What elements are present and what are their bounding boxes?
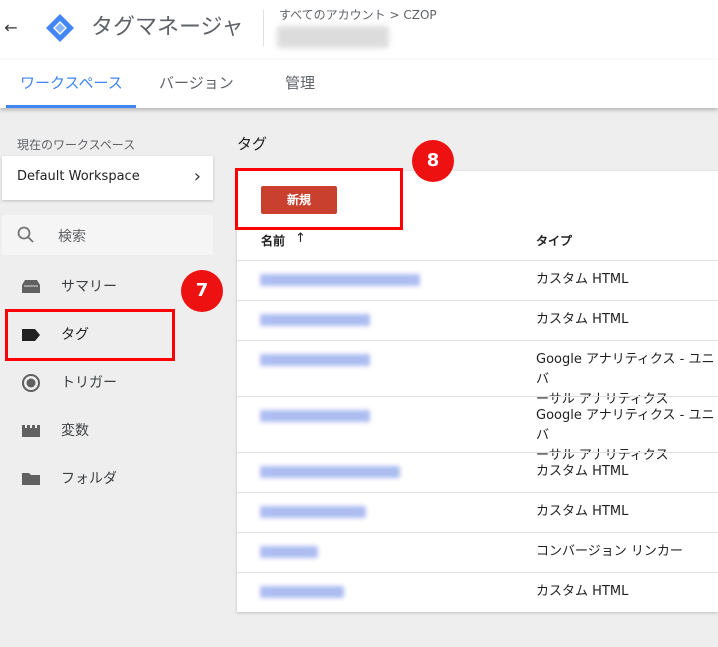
sidebar-item-label: 変数 (61, 423, 89, 439)
sidebar-item-label: フォルダ (61, 471, 117, 487)
chevron-right-icon: › (193, 166, 201, 187)
tag-name-link-blurred[interactable] (260, 586, 344, 598)
table-divider (237, 492, 718, 493)
tag-name-link-blurred[interactable] (260, 546, 318, 558)
step-badge-8: 8 (412, 140, 454, 182)
tab-admin[interactable]: 管理 (285, 60, 315, 108)
search-placeholder: 検索 (58, 229, 86, 245)
breadcrumb[interactable]: すべてのアカウント > CZOP (279, 6, 437, 23)
tag-name-link-blurred[interactable] (260, 274, 420, 286)
tab-workspace[interactable]: ワークスペース (20, 60, 123, 108)
trigger-icon (22, 374, 40, 392)
table-divider (237, 396, 718, 397)
search-icon (17, 226, 34, 243)
sidebar-search[interactable]: 検索 (2, 215, 213, 255)
tag-name-link-blurred[interactable] (260, 314, 370, 326)
table-divider (237, 340, 718, 341)
sidebar-item-label: サマリー (61, 279, 117, 295)
header-divider (263, 10, 264, 46)
app-title: タグマネージャ (91, 15, 244, 40)
tag-type: カスタム HTML (536, 464, 629, 479)
sidebar-item-variables[interactable]: 変数 (0, 409, 230, 453)
column-header-type[interactable]: タイプ (536, 232, 572, 249)
tab-bar: ワークスペース バージョン 管理 (0, 60, 718, 108)
tag-type: カスタム HTML (536, 584, 629, 599)
variable-icon (22, 425, 40, 437)
folder-icon (22, 473, 40, 485)
tag-name-link-blurred[interactable] (260, 506, 366, 518)
tag-type: Google アナリティクス - ユニバ ーサル アナリティクス (536, 408, 715, 463)
table-divider (237, 572, 718, 573)
tag-type: コンバージョン リンカー (536, 544, 683, 559)
page-title: タグ (237, 135, 268, 153)
table-divider (237, 260, 718, 261)
sidebar-item-folders[interactable]: フォルダ (0, 457, 230, 501)
tag-name-link-blurred[interactable] (260, 354, 370, 366)
container-name-blurred[interactable] (277, 26, 389, 48)
sidebar-item-triggers[interactable]: トリガー (0, 361, 230, 405)
top-app-bar: ← タグマネージャ すべてのアカウント > CZOP (0, 0, 718, 60)
gtm-logo-icon[interactable] (45, 13, 75, 43)
back-arrow-icon[interactable]: ← (2, 16, 20, 40)
summary-icon (22, 280, 40, 293)
table-divider (237, 452, 718, 453)
step-badge-7: 7 (181, 270, 223, 312)
tag-type: カスタム HTML (536, 272, 629, 287)
sidebar-item-label: トリガー (61, 375, 117, 391)
table-divider (237, 532, 718, 533)
table-divider (237, 300, 718, 301)
current-workspace-label: 現在のワークスペース (17, 138, 136, 152)
workspace-selector[interactable]: Default Workspace › (2, 156, 213, 200)
tag-name-link-blurred[interactable] (260, 466, 400, 478)
workspace-name: Default Workspace (17, 169, 140, 184)
tag-name-link-blurred[interactable] (260, 410, 370, 422)
sort-ascending-icon[interactable]: ↑ (295, 231, 306, 246)
column-header-name[interactable]: 名前 (261, 232, 285, 249)
highlight-new-button (235, 168, 403, 230)
tag-type: カスタム HTML (536, 504, 629, 519)
tag-type: カスタム HTML (536, 312, 629, 327)
tab-versions[interactable]: バージョン (159, 60, 234, 108)
tag-type: Google アナリティクス - ユニバ ーサル アナリティクス (536, 352, 715, 407)
active-tab-indicator (6, 105, 136, 108)
highlight-tags-nav (5, 309, 175, 361)
